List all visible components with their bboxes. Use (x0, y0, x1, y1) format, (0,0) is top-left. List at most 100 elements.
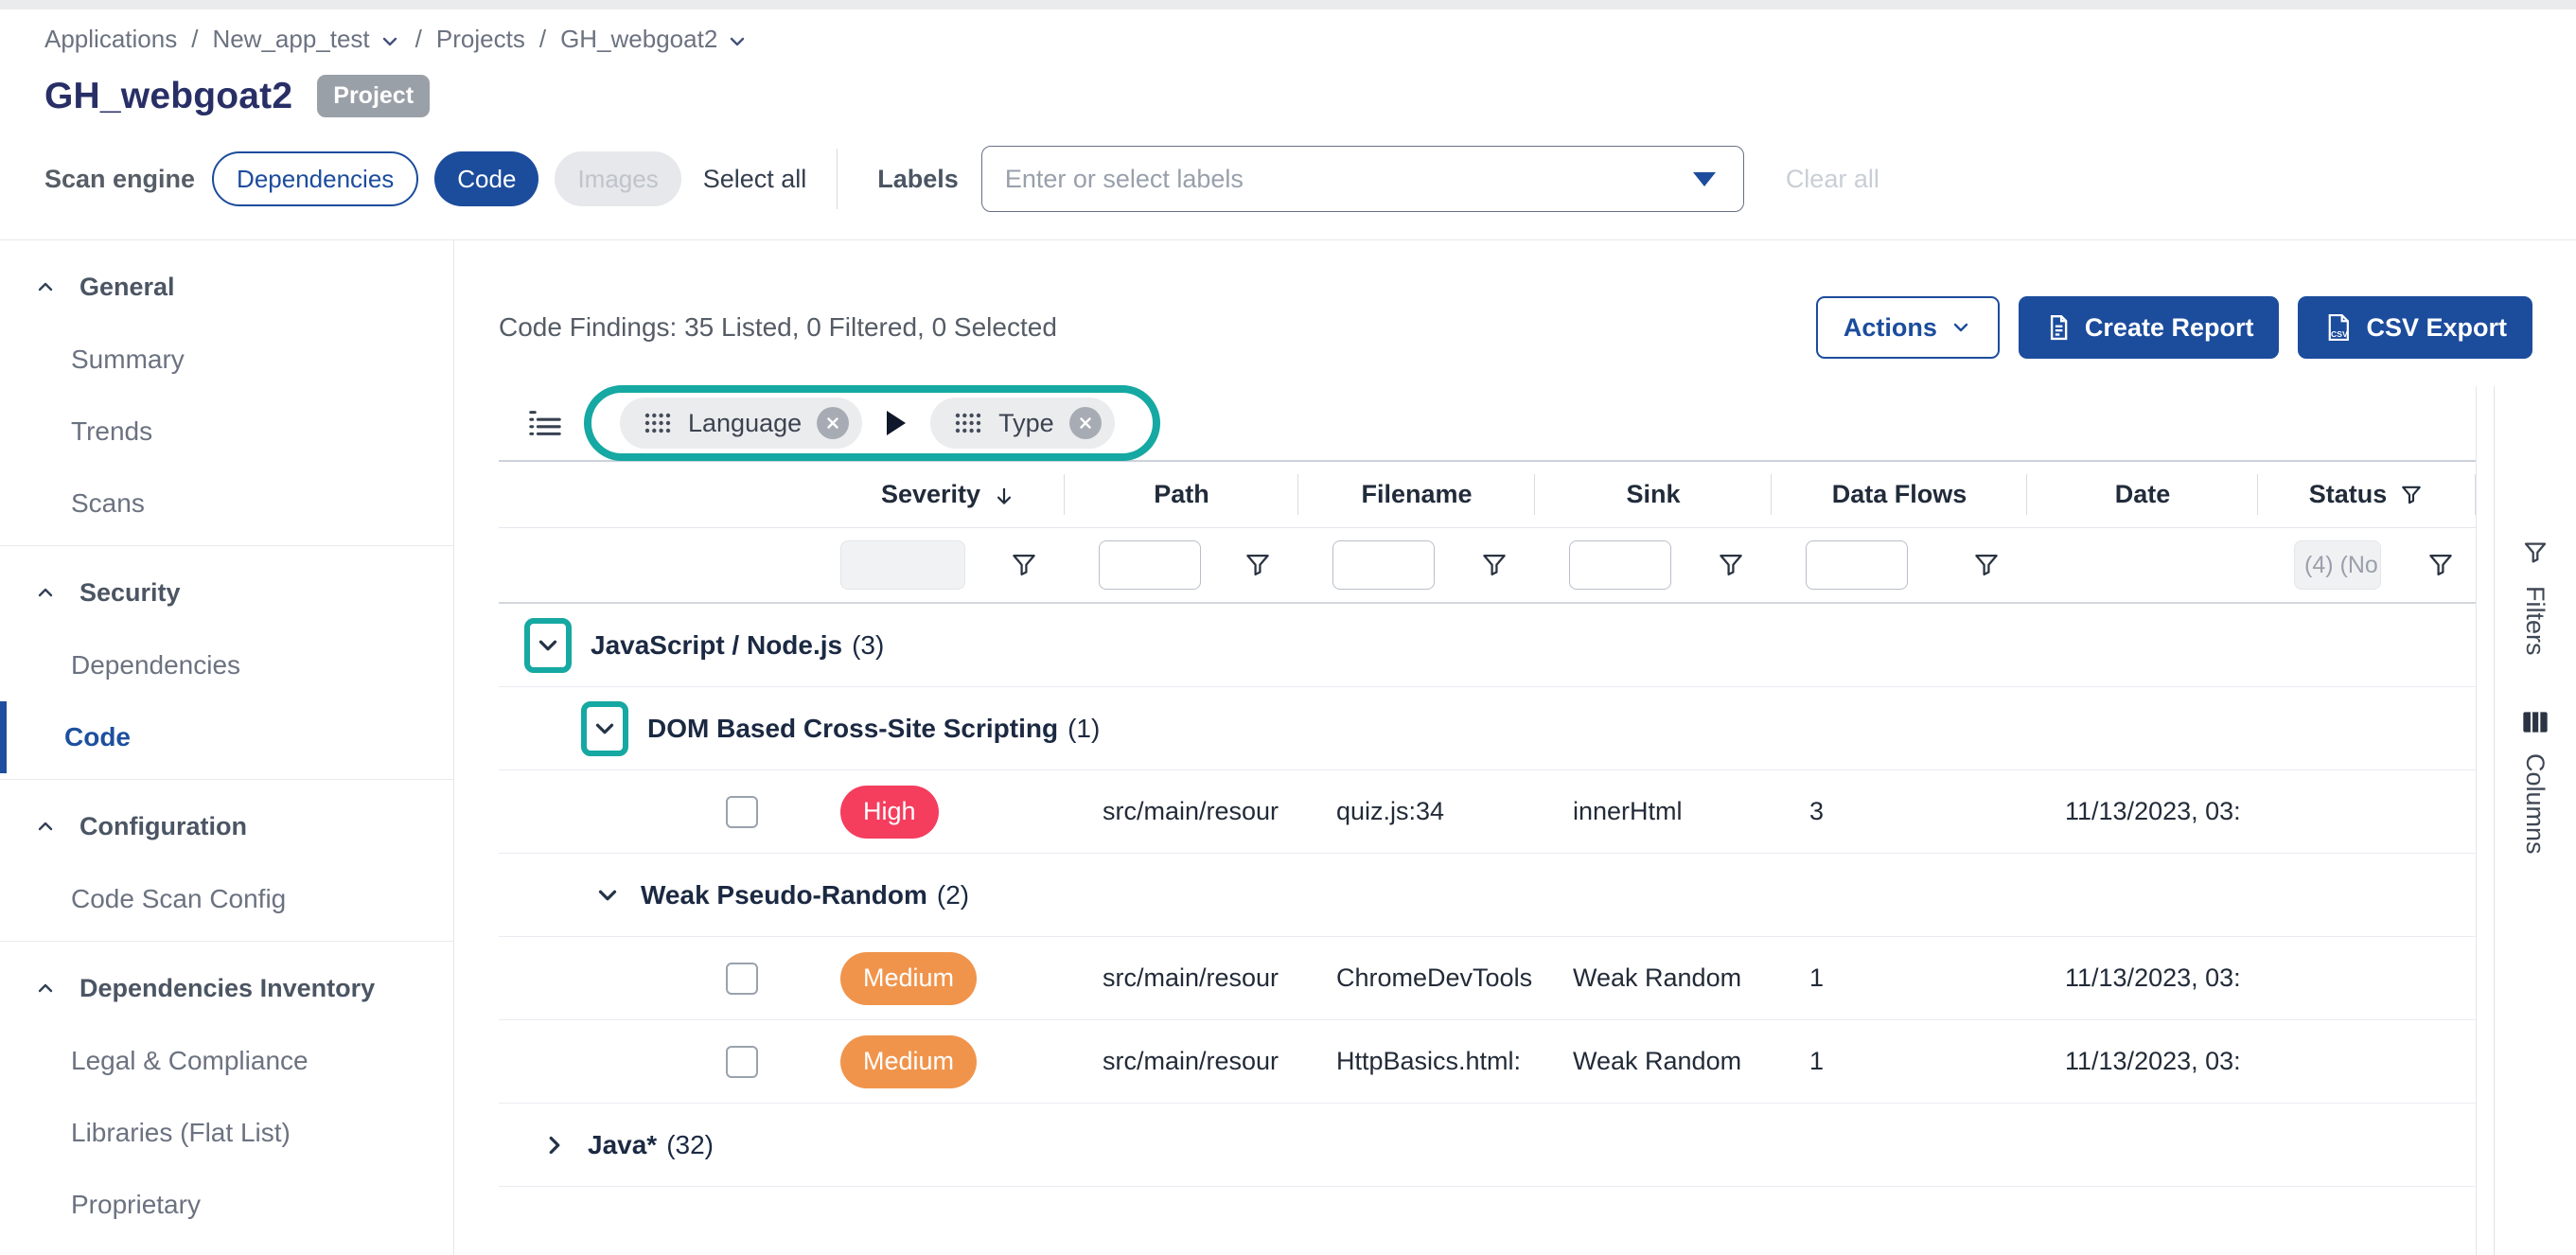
filter-icon[interactable] (1970, 549, 2003, 581)
filter-value-status[interactable]: (4) (No (2294, 540, 2381, 590)
sidebar-section-heading-general[interactable]: General (0, 250, 453, 324)
cell-date: 11/13/2023, 03: (2027, 937, 2258, 1019)
column-header-sink[interactable]: Sink (1535, 462, 1772, 527)
cell-flows: 1 (1772, 1020, 2027, 1103)
sidebar-item-libraries-flat-list[interactable]: Libraries (Flat List) (0, 1097, 453, 1169)
column-header-flows[interactable]: Data Flows (1772, 462, 2027, 527)
column-header-path[interactable]: Path (1065, 462, 1298, 527)
scan-engine-option-code[interactable]: Code (434, 151, 538, 206)
row-checkbox[interactable] (726, 1046, 758, 1078)
sidebar-item-legal-compliance[interactable]: Legal & Compliance (0, 1025, 453, 1097)
filter-icon[interactable] (1715, 549, 1747, 581)
cell-select (499, 770, 833, 853)
breadcrumb-item-label: New_app_test (212, 25, 369, 54)
filter-cell-flows (1772, 528, 2027, 602)
filter-input-sink[interactable] (1569, 540, 1671, 590)
rail-tab-filters[interactable]: Filters (2520, 538, 2550, 656)
create-report-button[interactable]: Create Report (2019, 296, 2280, 359)
chevron-down-icon[interactable] (591, 715, 619, 743)
column-header-date[interactable]: Date (2027, 462, 2258, 527)
group-row-javascript-node-js[interactable]: JavaScript / Node.js(3) (499, 604, 2476, 687)
group-label: JavaScript / Node.js (591, 630, 842, 661)
filter-icon[interactable] (1478, 549, 1510, 581)
group-row-java[interactable]: Java*(32) (499, 1104, 2476, 1187)
drag-handle-icon[interactable] (643, 411, 673, 435)
filter-cell-severity (833, 528, 1065, 602)
rail-tab-columns[interactable]: Columns (2520, 709, 2550, 855)
sidebar-section-title: Security (79, 578, 181, 608)
breadcrumb-item-applications[interactable]: Applications (44, 25, 177, 54)
group-chip-type[interactable]: Type (930, 398, 1115, 449)
chevron-down-icon[interactable] (379, 30, 401, 53)
dropdown-arrow-icon[interactable] (1693, 172, 1716, 186)
sidebar-item-summary[interactable]: Summary (0, 324, 453, 396)
actions-button[interactable]: Actions (1816, 296, 2000, 359)
group-by-icon[interactable] (527, 407, 563, 439)
severity-badge: Medium (840, 952, 977, 1005)
group-label: Java* (588, 1130, 657, 1160)
column-header-label: Date (2115, 480, 2171, 509)
chevron-down-icon[interactable] (593, 881, 622, 910)
svg-text:CSV: CSV (2331, 329, 2348, 339)
sidebar-item-code-scan-config[interactable]: Code Scan Config (0, 863, 453, 935)
breadcrumb-item-gh-webgoat2[interactable]: GH_webgoat2 (560, 25, 749, 54)
chevron-down-icon[interactable] (726, 30, 749, 53)
findings-table: LanguageType SeverityPathFilenameSinkDat… (499, 386, 2477, 1255)
breadcrumb-item-projects[interactable]: Projects (436, 25, 525, 54)
remove-chip-icon[interactable] (1069, 407, 1102, 439)
sidebar-section-heading-configuration[interactable]: Configuration (0, 789, 453, 863)
labels-input[interactable] (981, 146, 1744, 212)
sidebar-item-proprietary[interactable]: Proprietary (0, 1169, 453, 1241)
filter-icon[interactable] (1008, 549, 1040, 581)
filter-input-filename[interactable] (1332, 540, 1435, 590)
cell-path: src/main/resour (1065, 770, 1298, 853)
cell-severity: Medium (833, 1020, 1065, 1103)
select-all-button[interactable]: Select all (703, 165, 807, 194)
column-header-select (499, 462, 833, 527)
filter-icon[interactable] (2398, 482, 2425, 508)
column-header-status[interactable]: Status (2258, 462, 2476, 527)
sidebar-section-heading-dependencies-inventory[interactable]: Dependencies Inventory (0, 951, 453, 1025)
annotation-highlight-box (581, 701, 628, 756)
chevron-down-icon[interactable] (534, 631, 562, 660)
cell-severity: High (833, 770, 1065, 853)
column-header-filename[interactable]: Filename (1298, 462, 1535, 527)
clear-all-button[interactable]: Clear all (1786, 165, 1879, 194)
cell-status (2258, 937, 2476, 1019)
group-chip-language[interactable]: Language (620, 398, 862, 449)
remove-chip-icon[interactable] (817, 407, 849, 439)
csv-export-button[interactable]: CSV CSV Export (2298, 296, 2532, 359)
finding-row: Highsrc/main/resourquiz.js:34innerHtml31… (499, 770, 2476, 854)
sidebar-section-title: Configuration (79, 812, 247, 841)
drag-handle-icon[interactable] (953, 411, 983, 435)
cell-flows: 1 (1772, 937, 2027, 1019)
sidebar-item-trends[interactable]: Trends (0, 396, 453, 468)
sidebar-section-title: Dependencies Inventory (79, 974, 375, 1003)
sidebar-item-dependencies[interactable]: Dependencies (0, 629, 453, 701)
group-row-weak-pseudo-random[interactable]: Weak Pseudo-Random(2) (499, 854, 2476, 937)
filter-icon[interactable] (2425, 549, 2457, 581)
row-checkbox[interactable] (726, 796, 758, 828)
scan-engine-option-dependencies[interactable]: Dependencies (212, 151, 418, 206)
chevron-right-icon[interactable] (540, 1131, 569, 1159)
content: Code Findings: 35 Listed, 0 Filtered, 0 … (454, 240, 2576, 1255)
sidebar-section-heading-security[interactable]: Security (0, 556, 453, 629)
group-row-dom-based-cross-site-scripting[interactable]: DOM Based Cross-Site Scripting(1) (499, 687, 2476, 770)
breadcrumb: Applications/New_app_test/Projects/GH_we… (44, 25, 2532, 54)
sort-descending-icon (992, 484, 1016, 508)
scan-engine-label: Scan engine (44, 165, 195, 194)
sidebar-section-title: General (79, 273, 175, 302)
breadcrumb-item-new-app-test[interactable]: New_app_test (212, 25, 400, 54)
table-zone: LanguageType SeverityPathFilenameSinkDat… (499, 386, 2576, 1255)
filter-input-path[interactable] (1099, 540, 1201, 590)
labels-select (981, 146, 1744, 212)
table-header-row: SeverityPathFilenameSinkData Flows Date St… (499, 462, 2476, 528)
scan-engine-option-images[interactable]: Images (555, 151, 680, 206)
filter-input-flows[interactable] (1806, 540, 1908, 590)
row-checkbox[interactable] (726, 963, 758, 995)
arrow-right-icon (887, 411, 906, 435)
sidebar-item-scans[interactable]: Scans (0, 468, 453, 539)
sidebar-item-code[interactable]: Code (0, 701, 453, 773)
filter-icon[interactable] (1242, 549, 1274, 581)
column-header-severity[interactable]: Severity (833, 462, 1065, 527)
